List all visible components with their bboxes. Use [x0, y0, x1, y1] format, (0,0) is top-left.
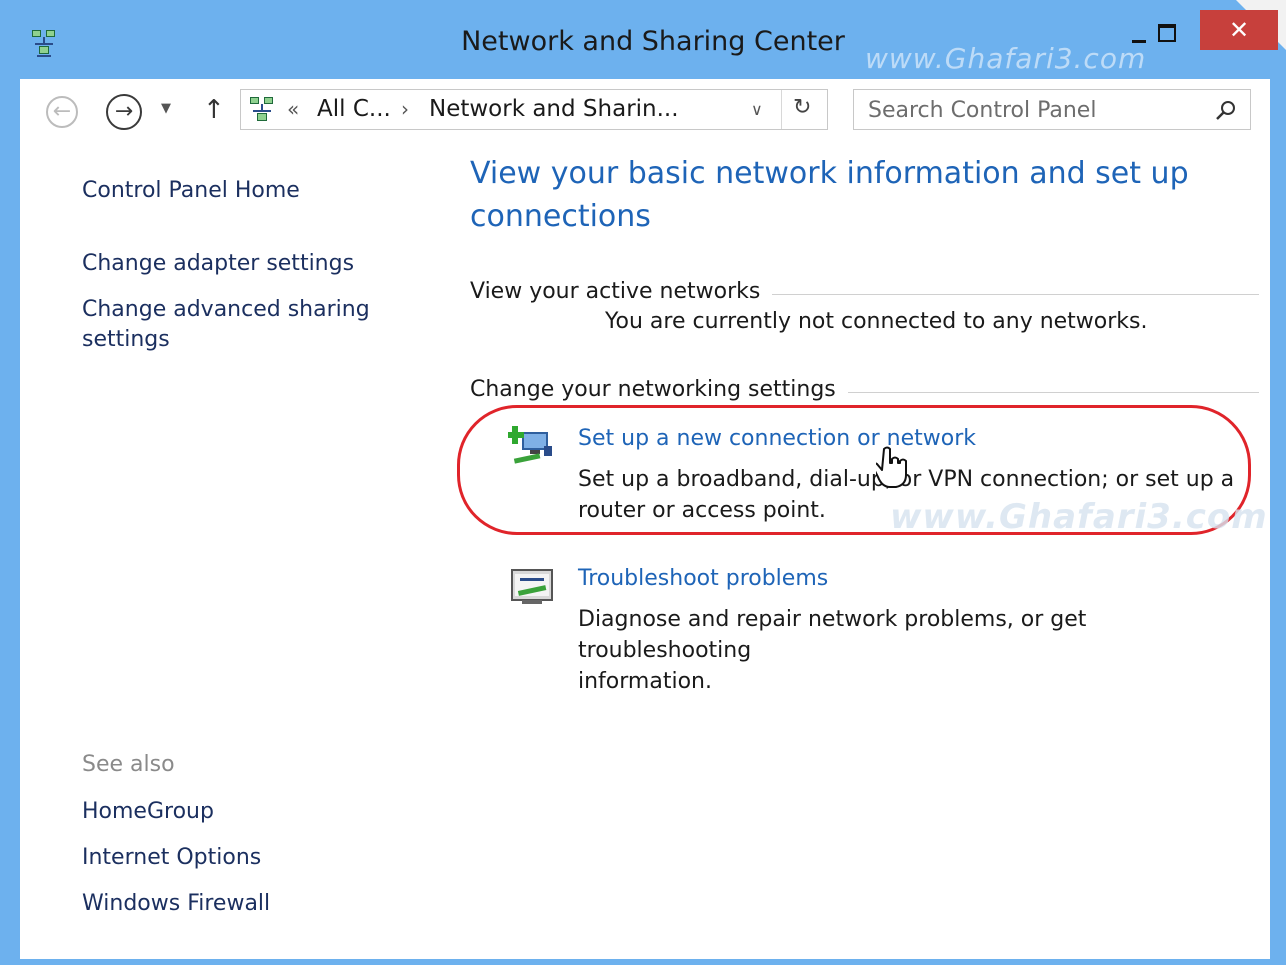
change-advanced-sharing-link[interactable]: Change advanced sharing: [82, 295, 370, 325]
hand-cursor-icon: [876, 446, 907, 488]
troubleshoot-icon: [511, 569, 553, 604]
forward-button[interactable]: →: [106, 94, 142, 130]
close-button[interactable]: ✕: [1200, 10, 1278, 50]
recent-locations-button[interactable]: ▼: [161, 101, 171, 116]
address-dropdown-button[interactable]: ∨: [751, 100, 763, 119]
maximize-icon: [1158, 24, 1176, 42]
control-panel-home-link[interactable]: Control Panel Home: [82, 176, 300, 206]
troubleshoot-description-line-2: information.: [578, 669, 712, 694]
breadcrumb-all-control-panel[interactable]: All C...: [317, 96, 391, 122]
windows-firewall-link[interactable]: Windows Firewall: [82, 889, 270, 919]
up-button[interactable]: ↑: [203, 95, 225, 125]
address-bar[interactable]: « All C... › Network and Sharin... ∨ ↻: [240, 89, 828, 130]
breadcrumb-overflow[interactable]: «: [287, 97, 299, 121]
search-box[interactable]: [853, 89, 1251, 130]
refresh-button[interactable]: ↻: [793, 95, 811, 120]
change-advanced-sharing-link-cont[interactable]: settings: [82, 325, 170, 355]
breadcrumb-arrow-icon[interactable]: ›: [401, 97, 409, 121]
chevron-down-icon: ▼: [161, 101, 171, 116]
title-bar[interactable]: Network and Sharing Center www.Ghafari3.…: [0, 0, 1286, 78]
refresh-icon: ↻: [793, 95, 812, 120]
watermark-overlay: www.Ghafari3.com: [890, 497, 1268, 537]
troubleshoot-problems-link[interactable]: Troubleshoot problems: [578, 566, 828, 591]
chevron-down-icon: ∨: [751, 100, 763, 119]
search-icon[interactable]: [1214, 98, 1238, 122]
active-networks-heading: View your active networks: [470, 279, 773, 304]
page-title-line-2: connections: [470, 199, 651, 234]
back-button[interactable]: ←: [46, 96, 78, 128]
search-input[interactable]: [866, 94, 1200, 126]
settings-divider: [830, 392, 1259, 393]
back-arrow-icon: ←: [52, 99, 72, 124]
watermark-text: www.Ghafari3.com: [865, 42, 1147, 75]
page-title-line-1: View your basic network information and …: [470, 156, 1189, 191]
up-arrow-icon: ↑: [203, 95, 225, 125]
address-divider: [781, 90, 782, 129]
network-location-icon: [250, 97, 273, 121]
minimize-icon: [1132, 40, 1146, 43]
active-networks-divider: [755, 294, 1259, 295]
troubleshoot-description-line-1: Diagnose and repair network problems, or…: [578, 607, 1087, 663]
close-icon: ✕: [1228, 16, 1250, 44]
window-content: ← → ▼ ↑ « All C... › Network and Sharin.…: [20, 79, 1270, 959]
internet-options-link[interactable]: Internet Options: [82, 843, 261, 873]
homegroup-link[interactable]: HomeGroup: [82, 797, 214, 827]
maximize-button[interactable]: [1154, 18, 1204, 58]
networking-settings-heading: Change your networking settings: [470, 377, 848, 402]
troubleshoot-description: Diagnose and repair network problems, or…: [578, 604, 1258, 697]
forward-arrow-icon: →: [114, 99, 134, 124]
change-adapter-settings-link[interactable]: Change adapter settings: [82, 249, 354, 279]
breadcrumb-network-sharing[interactable]: Network and Sharin...: [429, 96, 679, 122]
window-frame: Network and Sharing Center www.Ghafari3.…: [0, 0, 1286, 965]
see-also-label: See also: [82, 752, 175, 777]
page-title: View your basic network information and …: [470, 152, 1190, 238]
connection-status-text: You are currently not connected to any n…: [605, 309, 1148, 334]
